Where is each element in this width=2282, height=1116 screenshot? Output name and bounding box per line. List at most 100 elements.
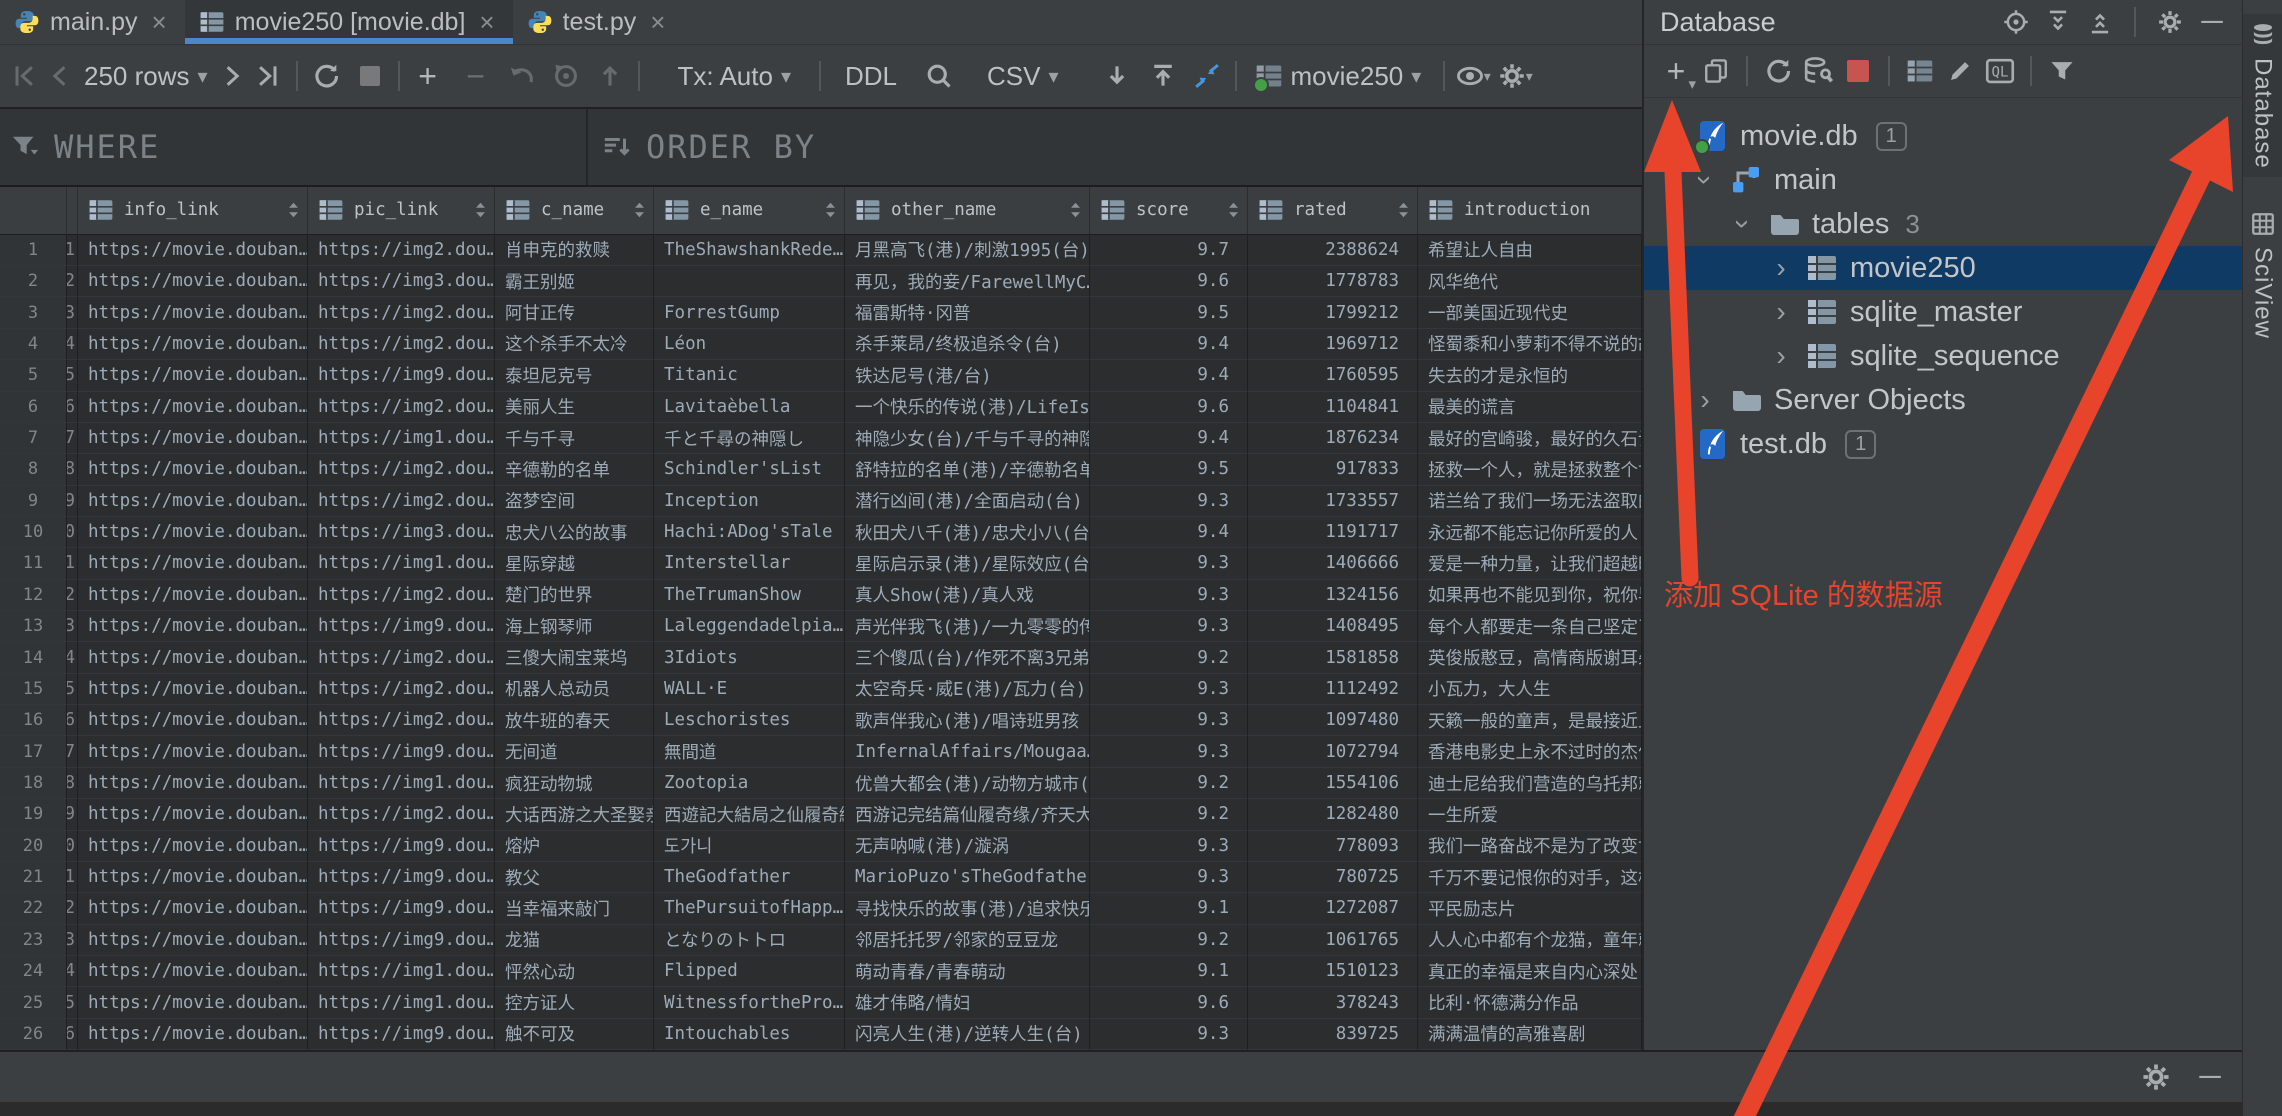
table-cell[interactable]: 怦然心动: [495, 956, 654, 987]
table-cell[interactable]: 9.3: [1090, 548, 1248, 579]
row-number[interactable]: 8: [0, 454, 67, 485]
last-page-button[interactable]: [250, 58, 286, 94]
table-cell[interactable]: 寻找快乐的故事(港)/追求快乐: [845, 893, 1090, 924]
table-cell[interactable]: 铁达尼号(港/台): [845, 360, 1090, 391]
tree-item-test-db[interactable]: test.db 1: [1644, 422, 2242, 466]
tree-item-sqlite-sequence[interactable]: › sqlite_sequence: [1644, 334, 2242, 378]
row-number[interactable]: 22: [0, 893, 67, 924]
table-cell[interactable]: 1408495: [1248, 611, 1418, 642]
table-cell[interactable]: https://img1.dou…: [308, 548, 495, 579]
table-cell[interactable]: 比利·怀德满分作品: [1418, 987, 1642, 1018]
table-cell[interactable]: https://img2.dou…: [308, 486, 495, 517]
column-header-score[interactable]: score: [1090, 187, 1248, 235]
collapse-all-button[interactable]: [2082, 4, 2118, 40]
table-cell[interactable]: 9.1: [1090, 893, 1248, 924]
table-cell[interactable]: 千与千寻: [495, 423, 654, 454]
table-cell[interactable]: 千と千尋の神隠し: [654, 423, 845, 454]
table-cell[interactable]: https://movie.douban…: [78, 768, 308, 799]
table-cell[interactable]: Hachi:ADog'sTale: [654, 517, 845, 548]
table-cell[interactable]: 9.2: [1090, 799, 1248, 830]
column-header-c-name[interactable]: c_name: [495, 187, 654, 235]
row-number[interactable]: 25: [0, 987, 67, 1018]
table-cell[interactable]: 辛德勒的名单: [495, 454, 654, 485]
table-cell[interactable]: 无声呐喊(港)/漩涡: [845, 831, 1090, 862]
table-cell[interactable]: 9.3: [1090, 486, 1248, 517]
table-cell[interactable]: WitnessforthePro…: [654, 987, 845, 1018]
table-cell[interactable]: https://movie.douban…: [78, 235, 308, 266]
tree-item-main[interactable]: › main: [1644, 158, 2242, 202]
editor-tab-movie250-movie-db[interactable]: movie250 [movie.db] ×: [185, 0, 513, 44]
table-cell[interactable]: 9.3: [1090, 611, 1248, 642]
column-header-info-link[interactable]: info_link: [78, 187, 308, 235]
table-cell[interactable]: https://movie.douban…: [78, 454, 308, 485]
table-cell[interactable]: 教父: [495, 862, 654, 893]
table-cell[interactable]: 3Idiots: [654, 642, 845, 673]
next-page-button[interactable]: [214, 58, 250, 94]
table-cell[interactable]: 1778783: [1248, 266, 1418, 297]
sort-icon[interactable]: [473, 200, 488, 220]
panel-settings-button[interactable]: [2152, 4, 2188, 40]
table-cell[interactable]: 9.3: [1090, 580, 1248, 611]
table-cell[interactable]: 西遊記大結局之仙履奇緣: [654, 799, 845, 830]
table-cell[interactable]: https://movie.douban…: [78, 674, 308, 705]
submit-button[interactable]: [592, 58, 628, 94]
table-cell[interactable]: 月黑高飞(港)/刺激1995(台): [845, 235, 1090, 266]
add-row-button[interactable]: +: [410, 58, 446, 94]
table-cell[interactable]: https://img9.dou…: [308, 831, 495, 862]
table-cell[interactable]: 太空奇兵·威E(港)/瓦力(台): [845, 674, 1090, 705]
row-number[interactable]: 26: [0, 1019, 67, 1050]
table-cell[interactable]: 杀手莱昂/终极追杀令(台): [845, 329, 1090, 360]
table-cell[interactable]: 失去的才是永恒的: [1418, 360, 1642, 391]
table-cell[interactable]: 1097480: [1248, 705, 1418, 736]
chevron-right-icon[interactable]: ›: [1692, 386, 1718, 414]
table-cell[interactable]: となりのトトロ: [654, 925, 845, 956]
row-number[interactable]: 5: [0, 360, 67, 391]
table-cell[interactable]: 2388624: [1248, 235, 1418, 266]
table-cell[interactable]: 美丽人生: [495, 392, 654, 423]
sort-icon[interactable]: [1068, 200, 1083, 220]
table-cell[interactable]: 一生所爱: [1418, 799, 1642, 830]
row-number[interactable]: 1: [0, 235, 67, 266]
table-selector-dropdown[interactable]: movie250▾: [1255, 61, 1422, 92]
settings-button[interactable]: ▾: [1497, 58, 1533, 94]
table-cell[interactable]: 도가니: [654, 831, 845, 862]
table-cell[interactable]: https://img1.dou…: [308, 956, 495, 987]
table-cell[interactable]: 1112492: [1248, 674, 1418, 705]
row-number[interactable]: 18: [0, 768, 67, 799]
table-cell[interactable]: MarioPuzo'sTheGodfather: [845, 862, 1090, 893]
table-cell[interactable]: 真人Show(港)/真人戏: [845, 580, 1090, 611]
table-cell[interactable]: 熔炉: [495, 831, 654, 862]
table-cell[interactable]: Interstellar: [654, 548, 845, 579]
hide-panel-button[interactable]: ─: [2194, 4, 2230, 40]
table-cell[interactable]: https://movie.douban…: [78, 862, 308, 893]
table-cell[interactable]: https://img2.dou…: [308, 454, 495, 485]
table-cell[interactable]: 1733557: [1248, 486, 1418, 517]
previous-page-button[interactable]: [42, 58, 78, 94]
table-cell[interactable]: https://img1.dou…: [308, 423, 495, 454]
open-table-button[interactable]: [1900, 51, 1940, 91]
table-cell[interactable]: Flipped: [654, 956, 845, 987]
table-cell[interactable]: Léon: [654, 329, 845, 360]
table-cell[interactable]: 满满温情的高雅喜剧: [1418, 1019, 1642, 1050]
table-cell[interactable]: 9.6: [1090, 987, 1248, 1018]
table-cell[interactable]: https://img2.dou…: [308, 392, 495, 423]
table-cell[interactable]: 1072794: [1248, 736, 1418, 767]
table-cell[interactable]: 1799212: [1248, 297, 1418, 328]
table-cell[interactable]: WALL·E: [654, 674, 845, 705]
table-cell[interactable]: 声光伴我飞(港)/一九零零的传奇: [845, 611, 1090, 642]
table-cell[interactable]: 风华绝代: [1418, 266, 1642, 297]
row-number[interactable]: 12: [0, 580, 67, 611]
close-icon[interactable]: ×: [479, 7, 494, 38]
table-cell[interactable]: 1104841: [1248, 392, 1418, 423]
refresh-datasource-button[interactable]: [1758, 51, 1798, 91]
table-cell[interactable]: 1061765: [1248, 925, 1418, 956]
table-cell[interactable]: 9.6: [1090, 266, 1248, 297]
table-cell[interactable]: https://movie.douban…: [78, 831, 308, 862]
table-cell[interactable]: 最好的宫崎骏，最好的久石让: [1418, 423, 1642, 454]
locate-object-button[interactable]: [1998, 4, 2034, 40]
table-cell[interactable]: https://img2.dou…: [308, 705, 495, 736]
table-cell[interactable]: https://movie.douban…: [78, 705, 308, 736]
table-cell[interactable]: 平民励志片: [1418, 893, 1642, 924]
table-cell[interactable]: 西游记完结篇仙履奇缘/齐天大圣: [845, 799, 1090, 830]
table-cell[interactable]: 1282480: [1248, 799, 1418, 830]
